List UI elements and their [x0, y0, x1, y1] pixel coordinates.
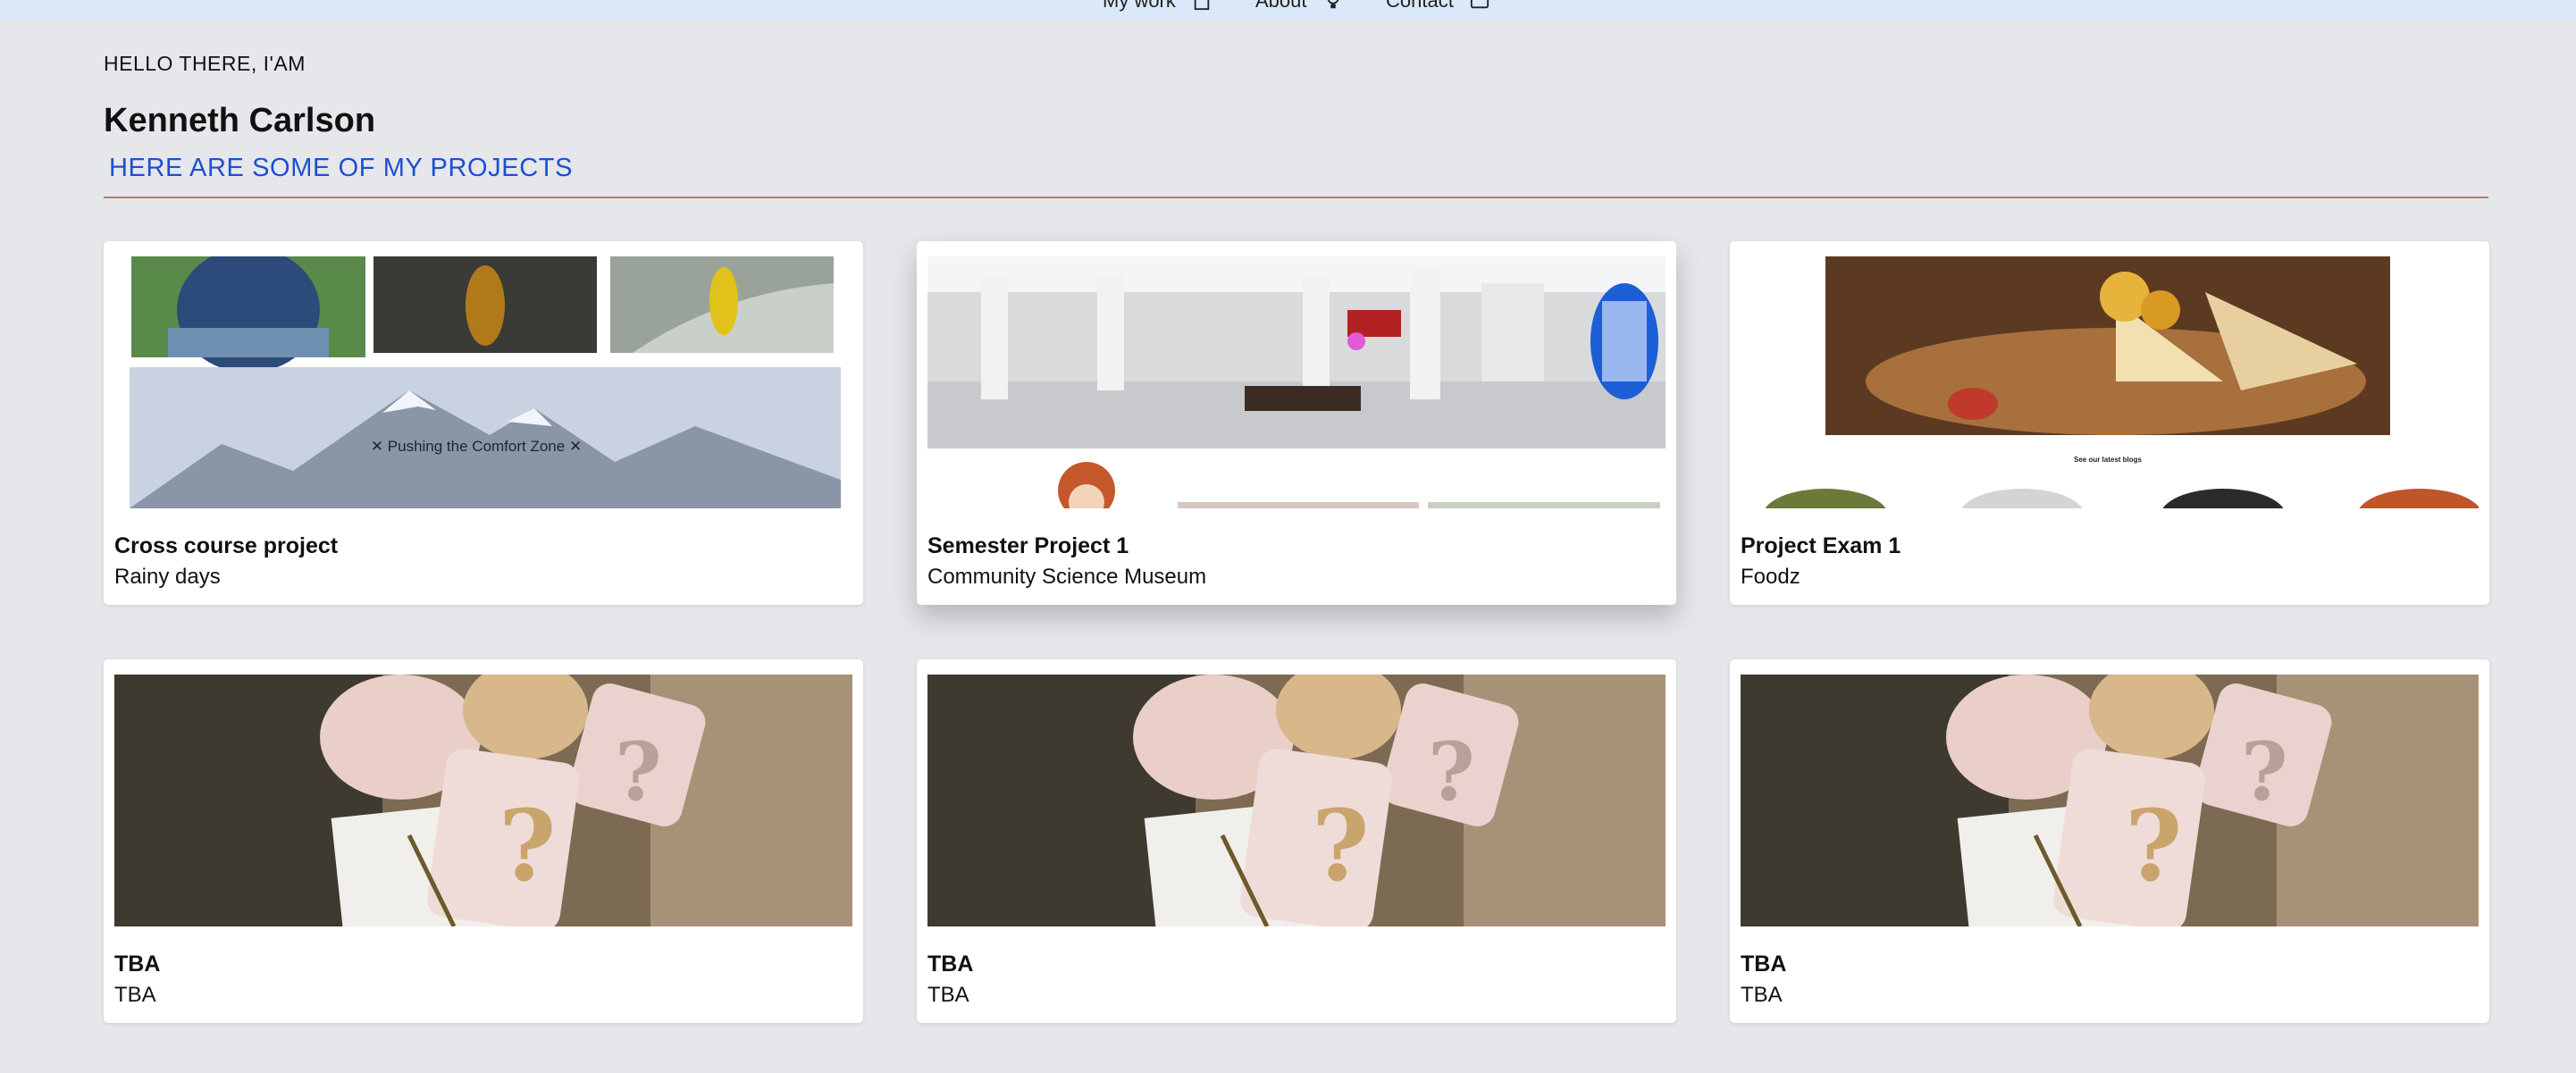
project-thumbnail [927, 256, 1666, 508]
question-marks-image: ? ? [927, 675, 1666, 926]
thumbnail-text: ✕ Pushing the Comfort Zone ✕ [371, 438, 582, 455]
project-thumbnail: See our latest blogs [1741, 256, 2479, 508]
card-title: TBA [927, 951, 974, 977]
greeting: HELLO THERE, I'AM [104, 52, 306, 75]
card-title: TBA [114, 951, 161, 977]
project-card[interactable]: See our latest blogs Project Exam 1 Food… [1730, 241, 2489, 605]
divider [104, 197, 2488, 198]
nav-about[interactable]: About [1255, 0, 1343, 13]
building-icon [1194, 0, 1210, 11]
nav-label: My work [1103, 0, 1176, 12]
project-card[interactable]: ? ? TBA TBA [1730, 659, 2489, 1023]
nav-label: About [1255, 0, 1307, 12]
card-title: Semester Project 1 [927, 533, 1129, 558]
svg-text:?: ? [499, 788, 556, 903]
svg-text:?: ? [2125, 788, 2182, 903]
card-subtitle: Rainy days [114, 565, 221, 589]
svg-text:?: ? [1312, 788, 1369, 903]
project-thumbnail: ✕ Pushing the Comfort Zone ✕ [114, 256, 852, 508]
svg-text:?: ? [2241, 725, 2288, 819]
card-subtitle: Community Science Museum [927, 565, 1207, 589]
card-subtitle: TBA [114, 983, 156, 1007]
top-nav: My work About Contact [0, 0, 2576, 19]
nav-my-work[interactable]: My work [1103, 0, 1212, 13]
question-marks-image: ? ? [114, 675, 852, 926]
project-card[interactable]: ? ? TBA TBA [917, 659, 1676, 1023]
card-title: TBA [1741, 951, 1787, 977]
card-title: Project Exam 1 [1741, 533, 1901, 558]
project-card[interactable]: ? ? TBA TBA [104, 659, 863, 1023]
question-marks-image: ? ? [1741, 675, 2479, 926]
lightbulb-icon [1327, 0, 1338, 9]
mail-icon [1470, 0, 1489, 9]
thumbnail-text: See our latest blogs [2074, 456, 2143, 464]
card-subtitle: Foodz [1741, 565, 1800, 589]
nav-contact[interactable]: Contact [1386, 0, 1489, 13]
card-title: Cross course project [114, 533, 339, 558]
project-card[interactable]: ✕ Pushing the Comfort Zone ✕ Cross cours… [104, 241, 863, 605]
nav-label: Contact [1386, 0, 1454, 12]
card-subtitle: TBA [1741, 983, 1783, 1007]
page-title: Kenneth Carlson [104, 102, 376, 139]
svg-text:?: ? [615, 725, 662, 819]
project-card[interactable]: Semester Project 1 Community Science Mus… [917, 241, 1676, 605]
card-subtitle: TBA [927, 983, 969, 1007]
projects-heading: HERE ARE SOME OF MY PROJECTS [109, 154, 574, 182]
svg-text:?: ? [1428, 725, 1475, 819]
